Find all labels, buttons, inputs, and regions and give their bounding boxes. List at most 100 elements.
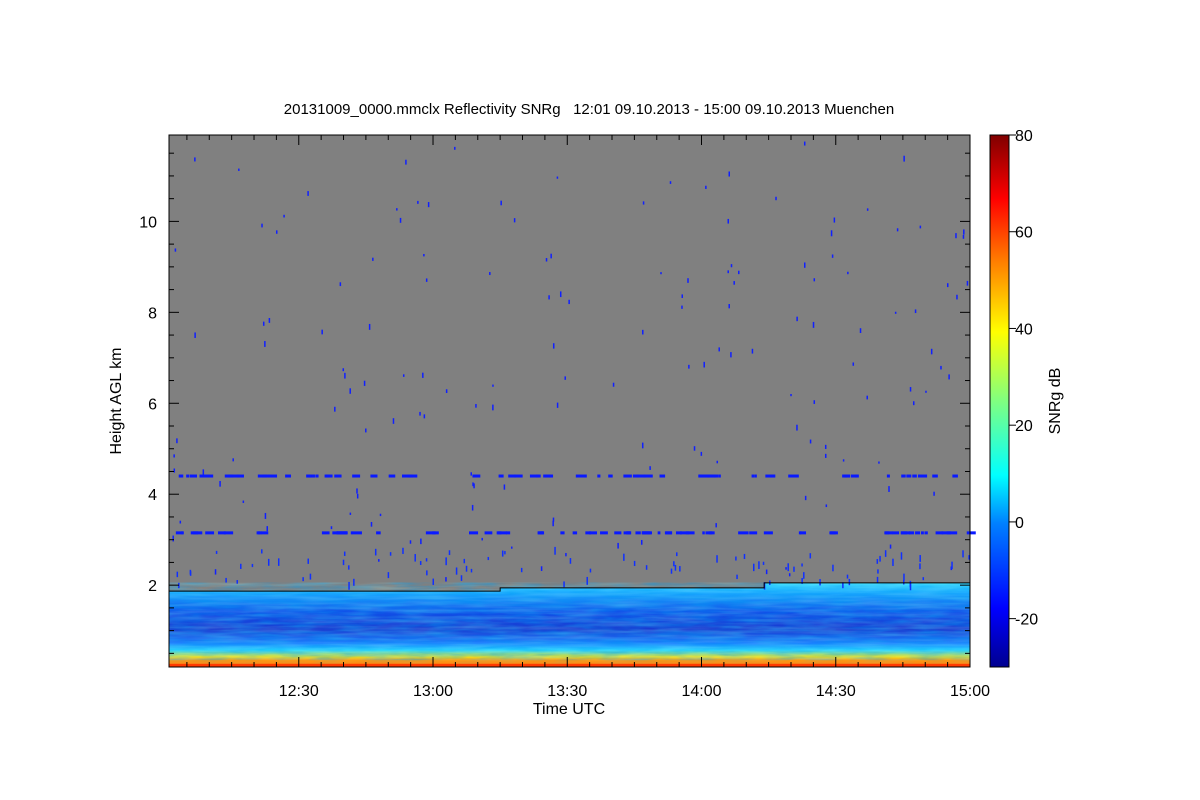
clutter-point <box>803 262 806 268</box>
clutter-point-low <box>962 550 964 558</box>
clutter-point <box>963 229 965 235</box>
clutter-band-segment <box>584 474 587 478</box>
clutter-point-low <box>819 579 821 586</box>
clutter-point <box>803 141 806 146</box>
plot-area <box>168 134 976 668</box>
clutter-point-low <box>801 563 803 567</box>
clutter-point <box>356 493 359 499</box>
clutter-point <box>852 362 855 366</box>
clutter-point-low <box>909 580 912 588</box>
clutter-point <box>425 278 428 282</box>
clutter-point <box>718 347 720 352</box>
clutter-band-segment <box>855 474 859 478</box>
clutter-band-segment <box>917 474 928 478</box>
clutter-point <box>471 504 474 511</box>
clutter-point <box>492 404 494 411</box>
x-tick-label: 15:00 <box>950 683 990 700</box>
clutter-point-low <box>676 552 678 557</box>
clutter-band-segment <box>208 474 214 478</box>
clutter-point <box>693 446 696 451</box>
clutter-point <box>889 544 892 549</box>
clutter-point <box>813 278 816 282</box>
clutter-point-low <box>307 558 309 564</box>
clutter-point <box>914 309 917 314</box>
clutter-point <box>420 538 422 545</box>
clutter-band-segment <box>572 531 578 535</box>
clutter-point <box>728 304 730 309</box>
clutter-point-low <box>501 550 504 557</box>
clutter-band-segment <box>498 474 504 478</box>
clutter-point <box>396 208 398 211</box>
clutter-band-segment <box>175 531 183 535</box>
clutter-point <box>372 257 374 261</box>
clutter-point <box>946 283 949 288</box>
y-tick-label: 10 <box>139 214 157 231</box>
clutter-point-low <box>919 555 921 562</box>
clutter-point-low <box>787 563 789 572</box>
clutter-band-segment <box>227 474 230 478</box>
clutter-point-low <box>342 559 345 566</box>
clutter-point-low <box>387 572 390 579</box>
clutter-point <box>540 566 543 571</box>
clutter-point <box>500 200 502 206</box>
clutter-point <box>730 352 732 358</box>
echo-region <box>169 582 970 667</box>
clutter-band-segment <box>643 474 653 478</box>
clutter-band-segment <box>920 531 924 535</box>
clutter-band-segment <box>178 474 182 478</box>
clutter-point <box>796 316 798 322</box>
clutter-band-segment <box>388 474 396 478</box>
y-axis-label: Height AGL km <box>108 347 125 454</box>
clutter-point <box>268 318 271 323</box>
clutter-band-segment <box>350 531 353 535</box>
x-tick-label: 13:00 <box>413 683 453 700</box>
colorbar-label: SNRg dB <box>1047 368 1064 435</box>
clutter-point <box>307 191 309 196</box>
clutter-point <box>423 253 425 257</box>
clutter-point-low <box>903 573 905 581</box>
clutter-point-low <box>236 580 238 584</box>
clutter-point <box>419 411 421 416</box>
clutter-point <box>417 200 419 204</box>
clutter-band-segment <box>754 474 757 478</box>
clutter-point-low <box>679 566 681 572</box>
clutter-point-low <box>735 556 737 561</box>
clutter-point <box>264 341 266 347</box>
clutter-point <box>878 461 880 464</box>
clutter-point <box>330 526 333 530</box>
clutter-point <box>283 214 285 218</box>
chart-title: 20131009_0000.mmclx Reflectivity SNRg 12… <box>284 101 894 118</box>
clutter-point-low <box>277 558 280 566</box>
clutter-point-low <box>445 557 447 566</box>
clutter-point <box>232 458 234 462</box>
clutter-band-segment <box>924 531 928 535</box>
clutter-point <box>825 504 828 508</box>
clutter-point-low <box>877 569 879 574</box>
clutter-band-segment <box>932 474 938 478</box>
clutter-band-segment <box>614 531 622 535</box>
clutter-point <box>334 406 336 412</box>
clutter-point-low <box>809 553 812 559</box>
colorbar-tick-label: 0 <box>1015 515 1024 532</box>
clutter-point <box>788 573 791 577</box>
clutter-point <box>365 428 367 433</box>
clutter-point <box>790 394 792 397</box>
clutter-band-segment <box>192 531 203 535</box>
clutter-point <box>813 400 816 404</box>
clutter-point <box>176 438 178 444</box>
clutter-point <box>349 512 352 515</box>
colorbar-tick-label: 60 <box>1015 225 1033 242</box>
clutter-point <box>559 291 562 298</box>
clutter-point-low <box>762 561 765 565</box>
colorbar: -20 0 20 40 60 80 SNRg dB <box>989 128 1064 668</box>
clutter-point <box>930 348 933 355</box>
clutter-point-low <box>903 580 905 585</box>
clutter-point <box>824 444 827 449</box>
clutter-point-low <box>892 558 894 566</box>
clutter-point <box>641 442 644 449</box>
clutter-band-segment <box>256 531 262 535</box>
clutter-point-low <box>460 575 463 581</box>
clutter-point <box>172 535 174 542</box>
clutter-point <box>454 146 456 150</box>
clutter-point <box>912 401 915 406</box>
